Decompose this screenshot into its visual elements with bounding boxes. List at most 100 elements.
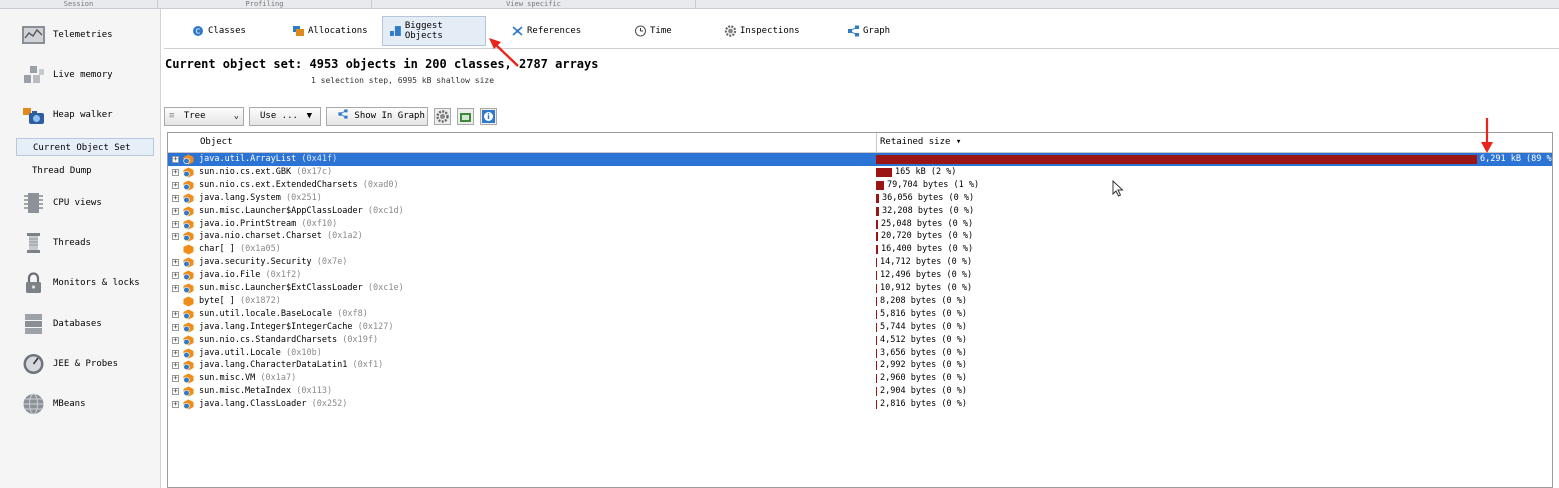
sidebar-subitem-current-object-set[interactable]: Current Object Set (16, 138, 154, 156)
expand-toggle-icon[interactable]: + (172, 156, 179, 163)
sidebar-item-label: Monitors & locks (53, 278, 140, 288)
expand-toggle-icon[interactable]: + (172, 310, 179, 318)
info-button[interactable] (480, 108, 497, 125)
table-row[interactable]: + java.security.Security (0x7e) 14,712 byt… (168, 256, 1552, 269)
sidebar-subitem-thread-dump[interactable]: Thread Dump (16, 162, 154, 180)
live-memory-icon (24, 66, 44, 83)
retained-size-bar (876, 271, 877, 281)
table-row[interactable]: + java.lang.System (0x251) 36,056 bytes (0… (168, 192, 1552, 205)
column-divider[interactable] (876, 133, 877, 152)
table-row[interactable]: + java.util.Locale (0x10b) 3,656 bytes (0 … (168, 347, 1552, 360)
object-class-name: java.lang.ClassLoader (199, 399, 307, 410)
retained-size-bar (876, 309, 877, 319)
sidebar-item-monitors-locks[interactable]: Monitors & locks (0, 265, 158, 301)
export-button[interactable] (457, 108, 474, 125)
gear-icon (724, 25, 737, 37)
array-object-icon (183, 244, 194, 255)
sidebar-item-telemetries[interactable]: Telemetries (0, 17, 158, 53)
table-row[interactable]: + java.lang.CharacterDataLatin1 (0xf1) 2,9… (168, 359, 1552, 372)
sidebar-item-cpu-views[interactable]: CPU views (0, 185, 158, 221)
sidebar: Telemetries Live memory Heap walker Curr… (0, 9, 161, 488)
object-address: (0x7e) (316, 257, 348, 268)
retained-size-bar (876, 180, 884, 190)
expand-toggle-icon[interactable]: + (172, 259, 179, 267)
sidebar-item-heap-walker[interactable]: Heap walker (0, 97, 158, 133)
table-row[interactable]: + sun.util.locale.BaseLocale (0xf8) 5,816 … (168, 308, 1552, 321)
object-address: (0xc1e) (367, 283, 404, 293)
expand-toggle-icon[interactable]: + (172, 194, 179, 202)
object-address: (0x41f) (301, 154, 338, 164)
sidebar-item-threads[interactable]: Threads (0, 225, 158, 261)
retained-size-value: 8,208 bytes (0 %) (880, 295, 967, 306)
tab-classes[interactable]: C Classes (192, 16, 246, 46)
column-header-retained-size[interactable]: Retained size ▾ (880, 133, 961, 152)
show-in-graph-button[interactable]: Show In Graph (326, 107, 428, 126)
expand-toggle-icon[interactable]: + (172, 401, 179, 409)
tab-biggest-objects[interactable]: Biggest Objects (382, 16, 486, 46)
retained-size-value: 79,704 bytes (1 %) (887, 179, 980, 190)
object-address: (0x10b) (286, 347, 322, 358)
sidebar-item-jee-probes[interactable]: JEE & Probes (0, 346, 158, 382)
expand-toggle-icon[interactable]: + (172, 233, 179, 241)
expand-toggle-icon[interactable]: + (172, 207, 179, 215)
table-row[interactable]: + java.lang.Integer$IntegerCache (0x127) 5… (168, 321, 1552, 334)
table-row[interactable]: + sun.misc.Launcher$AppClassLoader (0xc1d… (168, 205, 1552, 218)
table-row[interactable]: + java.nio.charset.Charset (0x1a2) 20,720 … (168, 230, 1552, 243)
class-object-icon (183, 373, 194, 384)
table-row[interactable]: + sun.misc.Launcher$ExtClassLoader (0xc1e… (168, 282, 1552, 295)
table-row[interactable]: + java.util.ArrayList (0x41f) 6,291 kB (89… (168, 153, 1552, 166)
expand-toggle-icon[interactable]: + (172, 323, 179, 331)
expand-toggle-icon[interactable]: + (172, 168, 179, 176)
object-class-name: java.nio.charset.Charset (199, 231, 322, 242)
table-row[interactable]: + sun.nio.cs.ext.GBK (0x17c) 165 kB (2 %) (168, 166, 1552, 179)
object-class-name: sun.misc.Launcher$ExtClassLoader (199, 283, 363, 293)
object-class-name: byte[ ] (199, 295, 235, 306)
retained-size-bar (876, 348, 877, 358)
tab-allocations[interactable]: Allocations (292, 16, 368, 46)
column-header-object[interactable]: Object (200, 133, 233, 152)
object-name: sun.nio.cs.StandardCharsets (0x19f) (199, 334, 378, 347)
table-row[interactable]: byte[ ] (0x1872) 8,208 bytes (0 %) (168, 295, 1552, 308)
class-object-icon (183, 309, 194, 320)
settings-gear-button[interactable] (434, 108, 451, 125)
table-row[interactable]: + java.io.PrintStream (0xf10) 25,048 bytes… (168, 218, 1552, 231)
use-button[interactable]: Use ... ▼ (249, 107, 321, 126)
retained-size-value: 5,744 bytes (0 %) (880, 321, 967, 332)
table-row[interactable]: char[ ] (0x1a05) 16,400 bytes (0 %) (168, 243, 1552, 256)
table-row[interactable]: + sun.nio.cs.ext.ExtendedCharsets (0xad0)… (168, 179, 1552, 192)
expand-toggle-icon[interactable]: + (172, 181, 179, 189)
sidebar-item-mbeans[interactable]: MBeans (0, 386, 158, 422)
expand-toggle-icon[interactable]: + (172, 375, 179, 383)
retained-size-bar (876, 219, 878, 229)
biggest-objects-icon (389, 26, 401, 36)
retained-size-value: 20,720 bytes (0 %) (881, 231, 974, 242)
sidebar-item-live-memory[interactable]: Live memory (0, 57, 158, 93)
expand-toggle-icon[interactable]: + (172, 336, 179, 344)
svg-text:C: C (196, 28, 201, 36)
table-row[interactable]: + sun.nio.cs.StandardCharsets (0x19f) 4,51… (168, 334, 1552, 347)
export-icon (460, 113, 471, 122)
retained-size-bar (876, 245, 878, 255)
tab-time[interactable]: Time (634, 16, 672, 46)
selection-summary: 1 selection step, 6995 kB shallow size (311, 76, 495, 85)
expand-toggle-icon[interactable]: + (172, 272, 179, 280)
view-mode-select[interactable]: ≡ Tree ⌄ (164, 107, 244, 126)
table-row[interactable]: + java.lang.ClassLoader (0x252) 2,816 byte… (168, 398, 1552, 411)
tab-graph[interactable]: Graph (847, 16, 890, 46)
table-row[interactable]: + sun.misc.VM (0x1a7) 2,960 bytes (0 %) (168, 372, 1552, 385)
sidebar-item-databases[interactable]: Databases (0, 306, 158, 342)
tab-label: Allocations (308, 26, 368, 36)
class-object-icon (183, 219, 194, 229)
expand-toggle-icon[interactable]: + (172, 362, 179, 370)
expand-toggle-icon[interactable]: + (172, 388, 179, 396)
class-object-icon (183, 206, 194, 217)
class-icon: C (193, 26, 203, 36)
expand-toggle-icon[interactable]: + (172, 220, 179, 228)
expand-toggle-icon[interactable]: + (172, 285, 179, 292)
tab-inspections[interactable]: Inspections (724, 16, 800, 46)
expand-toggle-icon[interactable]: + (172, 349, 179, 357)
table-row[interactable]: + java.io.File (0x1f2) 12,496 bytes (0 %) (168, 269, 1552, 282)
table-row[interactable]: + sun.misc.MetaIndex (0x113) 2,904 bytes (… (168, 385, 1552, 398)
object-address: (0x251) (286, 192, 322, 203)
object-address: (0xf8) (337, 308, 368, 319)
